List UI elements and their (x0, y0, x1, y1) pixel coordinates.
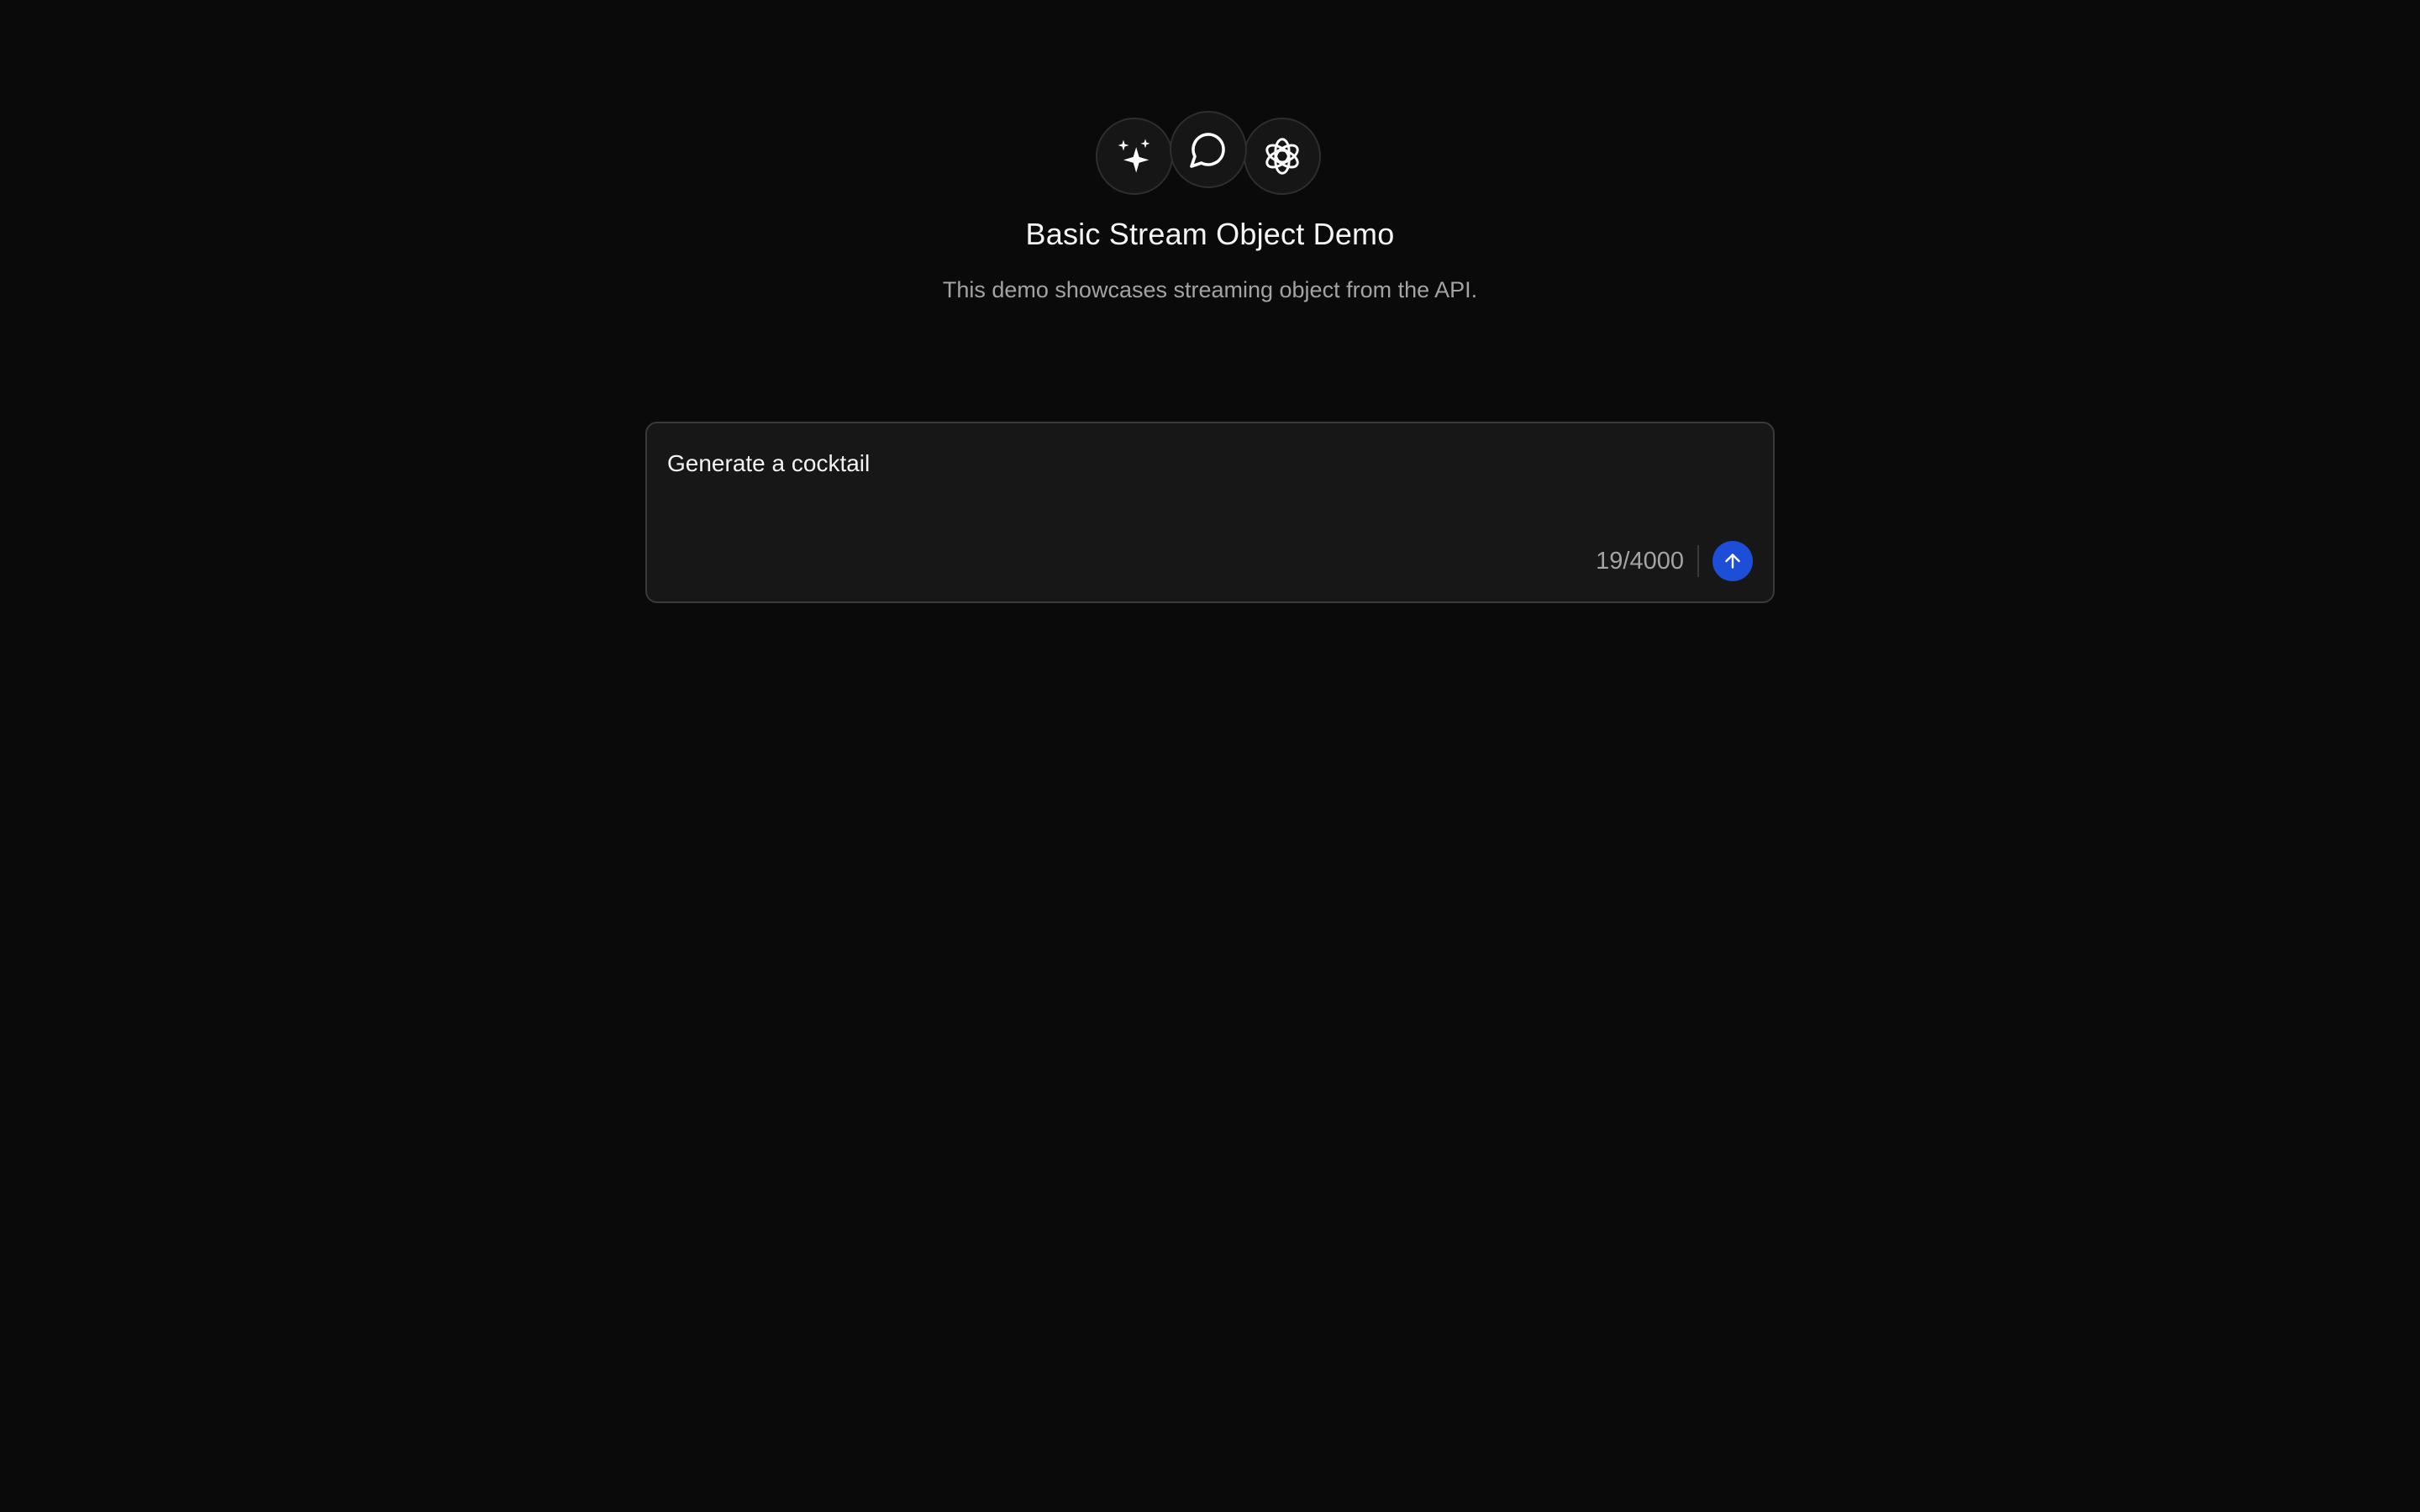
page: Basic Stream Object Demo This demo showc… (0, 0, 2420, 1512)
send-button[interactable] (1712, 541, 1753, 581)
arrow-up-icon (1725, 554, 1740, 569)
sparkles-icon (1096, 118, 1173, 195)
composer-footer: 19/4000 (1596, 541, 1753, 581)
footer-divider (1697, 545, 1699, 577)
page-title: Basic Stream Object Demo (1025, 217, 1395, 251)
prompt-composer: Generate a cocktail 19/4000 (645, 422, 1775, 603)
openai-logo-icon (1244, 118, 1321, 195)
message-circle-icon (1170, 111, 1247, 188)
header-icons (1094, 109, 1326, 202)
prompt-input[interactable]: Generate a cocktail (667, 449, 1751, 541)
char-count: 19/4000 (1596, 547, 1684, 575)
page-subtitle: This demo showcases streaming object fro… (942, 277, 1478, 302)
